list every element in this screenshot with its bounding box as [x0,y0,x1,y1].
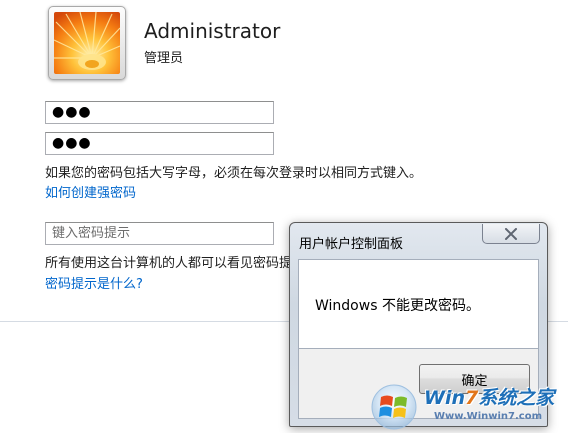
windows-logo-icon [371,384,417,430]
watermark-url: Www.Winwin7.com [434,411,543,422]
watermark-brand: Win7系统之家 [424,383,554,410]
strong-password-link[interactable]: 如何创建强密码 [45,182,136,201]
hint-visibility-note: 所有使用这台计算机的人都可以看见密码提示。 [45,256,319,271]
caps-lock-note: 如果您的密码包括大写字母，必须在每次登录时以相同方式键入。 [45,166,423,181]
watermark: Win7系统之家 Www.Winwin7.com [368,380,568,433]
close-icon [505,227,517,240]
dialog-title: 用户帐户控制面板 [299,237,404,252]
watermark-brand-prefix: Win [424,387,465,409]
user-role: 管理员 [144,51,184,66]
new-password-field[interactable]: ●●● [45,101,274,124]
confirm-password-field[interactable]: ●●● [45,132,274,155]
watermark-brand-digit: 7 [465,387,479,409]
watermark-brand-suffix: 系统之家 [478,387,555,409]
change-password-page: Administrator 管理员 ●●● ●●● 如果您的密码包括大写字母，必… [0,0,568,433]
dialog-close-button[interactable] [482,224,540,244]
user-name: Administrator [144,19,281,43]
user-avatar [48,6,126,80]
dialog-body: Windows 不能更改密码。 [298,259,539,349]
password-hint-input[interactable] [45,222,274,245]
dialog-message: Windows 不能更改密码。 [315,298,480,314]
what-is-hint-link[interactable]: 密码提示是什么? [45,273,143,292]
flower-picture-icon [54,12,120,74]
